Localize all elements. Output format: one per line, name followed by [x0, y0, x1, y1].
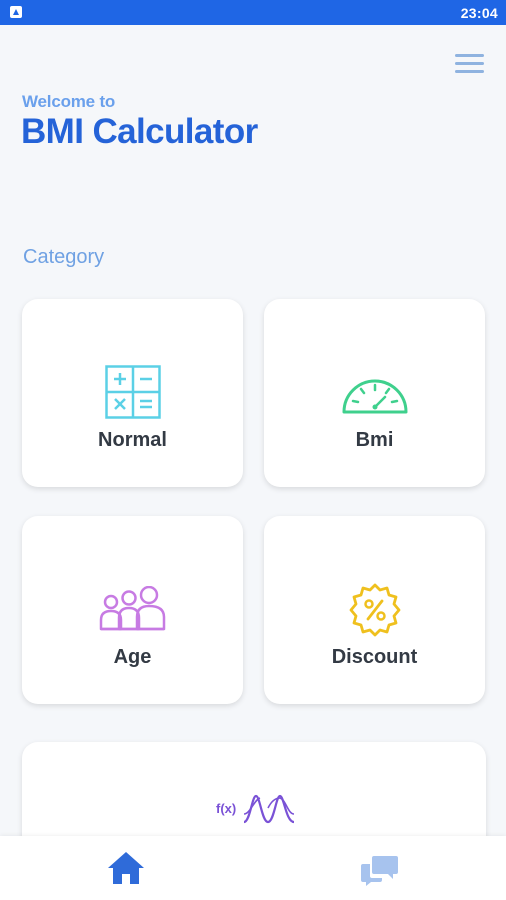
gauge-icon [342, 379, 407, 414]
category-card-discount[interactable]: Discount [264, 516, 485, 704]
category-heading: Category [23, 246, 105, 268]
people-icon [99, 586, 165, 631]
nav-chat[interactable] [360, 852, 400, 891]
function-graph-icon [243, 794, 295, 824]
category-label-bmi: Bmi [355, 429, 394, 451]
function-label: f(x) [216, 801, 237, 816]
page-title: BMI Calculator [21, 112, 258, 151]
welcome-text: Welcome to [22, 92, 116, 111]
chat-icon [361, 856, 398, 886]
category-card-age[interactable]: Age [22, 516, 243, 704]
hamburger-menu-button[interactable] [452, 52, 486, 76]
category-label-normal: Normal [98, 429, 167, 451]
category-label-discount: Discount [331, 646, 418, 668]
category-card-normal[interactable]: Normal [22, 299, 243, 487]
category-label-age: Age [113, 646, 152, 668]
home-icon [108, 852, 144, 884]
nav-home[interactable] [106, 850, 146, 891]
app-notification-icon [10, 6, 22, 18]
status-bar: 23:04 [0, 0, 506, 25]
calculator-icon [104, 365, 161, 419]
status-time: 23:04 [460, 5, 498, 21]
bottom-navigation [0, 836, 506, 900]
discount-badge-icon [349, 583, 400, 637]
category-card-bmi[interactable]: Bmi [264, 299, 485, 487]
